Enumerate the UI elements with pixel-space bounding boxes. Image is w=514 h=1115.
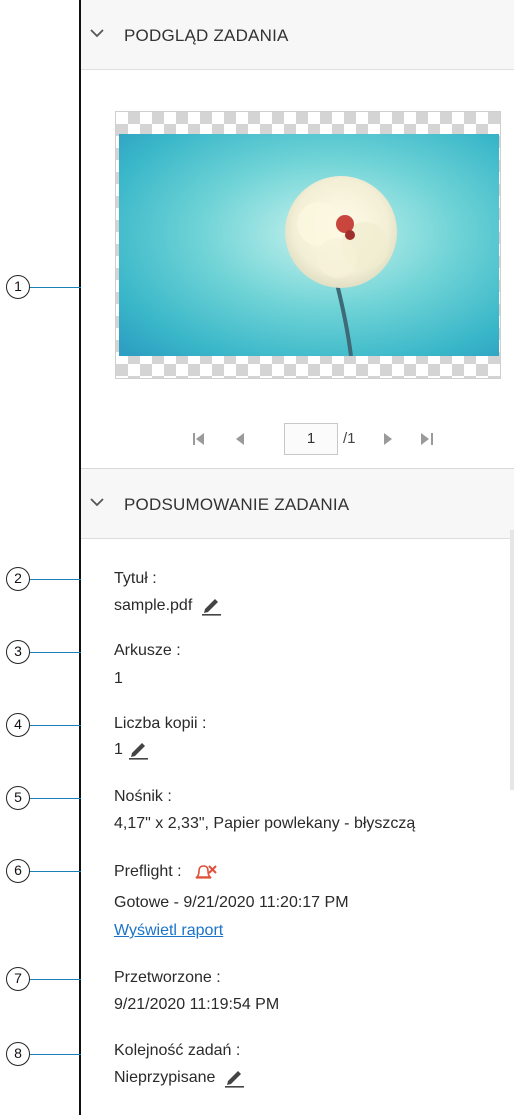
preflight-label: Preflight : [114,863,182,881]
chevron-down-icon[interactable] [90,26,104,40]
callout-2: 2 [6,567,30,591]
callout-8: 8 [6,1042,30,1066]
processed-value: 9/21/2020 11:19:54 PM [114,996,280,1013]
job-preview-thumbnail[interactable] [115,111,501,379]
processed-label: Przetworzone : [114,969,221,986]
callout-7: 7 [6,967,30,991]
pencil-edit-icon[interactable] [127,739,149,761]
sheets-value: 1 [114,670,123,687]
copies-label: Liczba kopii : [114,715,207,732]
pencil-edit-icon[interactable] [200,595,222,617]
callout-1: 1 [6,275,30,299]
preflight-error-bell-icon [195,865,217,879]
preflight-label-row: Preflight : [114,862,218,882]
callout-5: 5 [6,786,30,810]
chevron-down-icon[interactable] [90,495,104,509]
preflight-status: Gotowe - 9/21/2020 11:20:17 PM [114,894,349,911]
title-label: Tytuł : [114,570,157,587]
page-navigator: 1 /1 [81,420,514,460]
view-report-link[interactable]: Wyświetl raport [114,922,223,940]
job-order-label: Kolejność zadań : [114,1042,241,1059]
callout-3: 3 [6,640,30,664]
previous-page-icon[interactable] [230,428,252,450]
job-preview-title: PODGLĄD ZADANIA [124,26,289,45]
first-page-icon[interactable] [188,428,210,450]
sheets-label: Arkusze : [114,642,181,659]
job-order-value: Nieprzypisane [114,1069,216,1086]
callout-6: 6 [6,859,30,883]
flower-preview-image [119,134,499,356]
job-preview-header[interactable]: PODGLĄD ZADANIA [81,0,514,70]
media-value: 4,17" x 2,33", Papier powlekany - błyszc… [114,815,416,832]
title-value-row: sample.pdf [114,595,222,617]
job-summary-header[interactable]: PODSUMOWANIE ZADANIA [81,469,514,539]
callout-4: 4 [6,713,30,737]
page-total: /1 [343,430,356,447]
copies-value-row: 1 [114,739,149,761]
panel-scrollbar[interactable] [510,530,514,790]
last-page-icon[interactable] [416,428,438,450]
copies-value: 1 [114,741,123,758]
job-order-value-row: Nieprzypisane [114,1067,245,1089]
page-number-input[interactable]: 1 [284,423,338,455]
job-summary-title: PODSUMOWANIE ZADANIA [124,495,350,514]
title-value: sample.pdf [114,597,193,614]
pencil-edit-icon[interactable] [223,1067,245,1089]
media-label: Nośnik : [114,788,172,805]
next-page-icon[interactable] [377,428,399,450]
job-details-panel: PODGLĄD ZADANIA 1 /1 PODSUMOWANIE ZADANI… [81,0,514,1115]
